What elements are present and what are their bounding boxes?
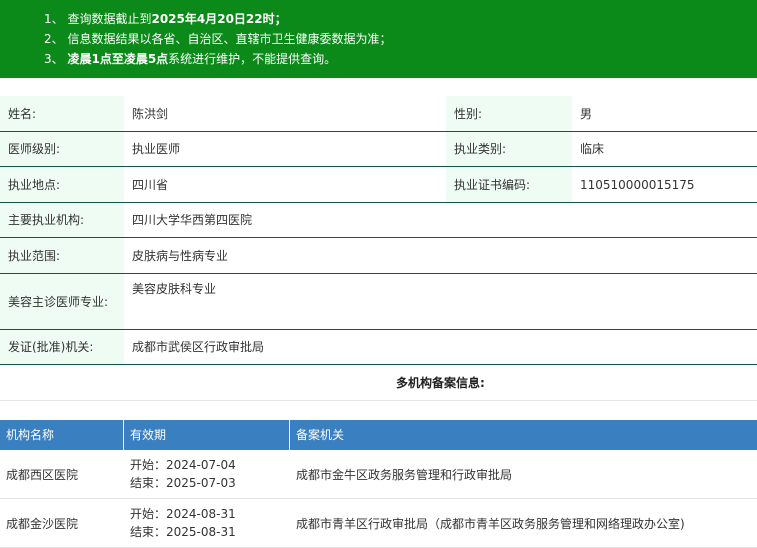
col-validity: 有效期 [124,420,290,450]
issuer-value: 成都市武侯区行政审批局 [124,330,757,364]
info-row-cosmetic: 美容主诊医师专业: 美容皮肤科专业 [0,274,757,330]
table-header: 机构名称 有效期 备案机关 [0,420,757,450]
info-row-issuer: 发证(批准)机关: 成都市武侯区行政审批局 [0,330,757,365]
start-date: 开始：2024-07-04 [130,458,236,472]
authority-cell: 成都市青羊区行政审批局（成都市青羊区政务服务管理和网络理政办公室) [296,516,685,531]
col-authority: 备案机关 [296,428,345,442]
level-label: 医师级别: [0,132,124,166]
cert-value: 110510000015175 [572,167,757,202]
authority-cell: 成都市金牛区政务服务管理和行政审批局 [296,467,513,482]
table-row: 成都金沙医院 开始：2024-08-31 结束：2025-08-31 成都市青羊… [0,499,757,548]
end-date: 结束：2025-08-31 [130,525,236,539]
start-date: 开始：2024-08-31 [130,507,236,521]
cert-label: 执业证书编码: [446,167,572,202]
issuer-label: 发证(批准)机关: [0,330,124,364]
multi-org-header: 多机构备案信息: [0,362,757,401]
scope-value: 皮肤病与性病专业 [124,238,757,273]
location-value: 四川省 [124,167,446,202]
org-label: 主要执业机构: [0,203,124,237]
org-name-cell: 成都西区医院 [6,467,79,482]
col-org-name: 机构名称 [0,420,124,450]
notice-item: 2、 信息数据结果以各省、自治区、直辖市卫生健康委数据为准； [44,32,392,46]
notice-banner: 1、 查询数据截止到2025年4月20日22时； 2、 信息数据结果以各省、自治… [0,0,757,78]
name-value: 陈洪剑 [124,96,446,131]
table-row: 成都西区医院 开始：2024-07-04 结束：2025-07-03 成都市金牛… [0,450,757,499]
gender-value: 男 [572,96,757,131]
validity-cell: 开始：2024-07-04 结束：2025-07-03 [124,450,290,498]
multi-org-title: 多机构备案信息: [396,376,485,390]
cosmetic-value: 美容皮肤科专业 [124,274,757,329]
doctor-info-table: 姓名: 陈洪剑 性别: 男 医师级别: 执业医师 执业类别: 临床 执业地点: … [0,96,757,365]
validity-cell: 开始：2024-08-31 结束：2025-08-31 [124,499,290,547]
end-date: 结束：2025-07-03 [130,476,236,490]
info-row-level: 医师级别: 执业医师 执业类别: 临床 [0,132,757,167]
multi-org-table: 机构名称 有效期 备案机关 成都西区医院 开始：2024-07-04 结束：20… [0,420,757,548]
info-row-name: 姓名: 陈洪剑 性别: 男 [0,96,757,132]
org-value: 四川大学华西第四医院 [124,203,757,237]
info-row-scope: 执业范围: 皮肤病与性病专业 [0,238,757,274]
category-label: 执业类别: [446,132,572,166]
cosmetic-label: 美容主诊医师专业: [0,274,124,329]
name-label: 姓名: [0,96,124,131]
level-value: 执业医师 [124,132,446,166]
notice-item: 1、 查询数据截止到2025年4月20日22时； [44,12,287,26]
category-value: 临床 [572,132,757,166]
info-row-org: 主要执业机构: 四川大学华西第四医院 [0,203,757,238]
notice-item: 3、 凌晨1点至凌晨5点系统进行维护，不能提供查询。 [44,52,337,66]
gender-label: 性别: [446,96,572,131]
org-name-cell: 成都金沙医院 [6,516,79,531]
info-row-location: 执业地点: 四川省 执业证书编码: 110510000015175 [0,167,757,203]
location-label: 执业地点: [0,167,124,202]
scope-label: 执业范围: [0,238,124,273]
